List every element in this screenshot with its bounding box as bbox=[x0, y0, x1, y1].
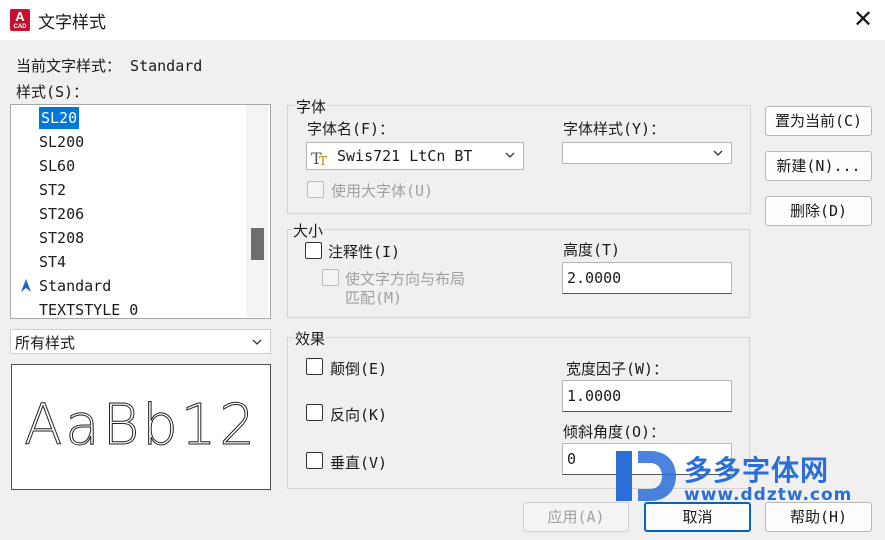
annotative-checkbox[interactable] bbox=[305, 242, 322, 259]
list-item-standard[interactable]: Standard bbox=[21, 275, 112, 297]
list-item[interactable]: ST4 bbox=[39, 251, 66, 273]
backwards-label: 反向(K) bbox=[330, 406, 388, 424]
oblique-angle-label: 倾斜角度(O)： bbox=[563, 423, 666, 441]
current-style-caption: 当前文字样式： bbox=[16, 57, 122, 75]
annotative-label: 注释性(I) bbox=[328, 243, 401, 261]
list-item-label: Standard bbox=[39, 277, 112, 295]
height-input[interactable]: 2.0000 bbox=[562, 262, 732, 294]
style-filter-dropdown[interactable]: 所有样式 bbox=[10, 329, 271, 354]
list-item[interactable]: ST208 bbox=[39, 227, 84, 249]
scrollbar-thumb[interactable] bbox=[251, 228, 264, 260]
delete-style-button[interactable]: 删除(D) bbox=[765, 196, 872, 226]
chevron-down-icon bbox=[252, 339, 262, 345]
apply-button[interactable]: 应用(A) bbox=[523, 502, 629, 532]
svg-text:T: T bbox=[319, 154, 327, 166]
help-button[interactable]: 帮助(H) bbox=[765, 502, 872, 532]
current-style-label: 当前文字样式： Standard bbox=[16, 55, 202, 76]
style-filter-value: 所有样式 bbox=[15, 334, 76, 352]
backwards-checkbox[interactable] bbox=[306, 404, 323, 421]
truetype-font-icon: T T bbox=[311, 149, 327, 166]
font-name-value: Swis721 LtCn BT bbox=[337, 147, 473, 165]
preview-text: AaBb12 bbox=[23, 393, 259, 459]
vertical-checkbox[interactable] bbox=[306, 452, 323, 469]
size-group-title: 大小 bbox=[292, 220, 325, 241]
autocad-app-icon: A CAD bbox=[10, 9, 30, 31]
width-factor-label: 宽度因子(W)： bbox=[566, 360, 669, 378]
upside-down-checkbox[interactable] bbox=[306, 358, 323, 375]
font-name-dropdown[interactable]: T T Swis721 LtCn BT bbox=[306, 142, 524, 170]
styles-label: 样式(S)： bbox=[16, 83, 89, 101]
match-orientation-checkbox[interactable] bbox=[322, 269, 339, 286]
font-style-label: 字体样式(Y)： bbox=[563, 120, 666, 138]
watermark-logo-icon bbox=[616, 451, 676, 501]
watermark-title: 多多字体网 bbox=[684, 454, 830, 487]
list-item[interactable]: SL60 bbox=[39, 155, 75, 177]
list-item[interactable]: TEXTSTYLE_0 bbox=[39, 299, 138, 318]
use-bigfont-checkbox[interactable] bbox=[307, 181, 324, 198]
width-factor-input[interactable]: 1.0000 bbox=[562, 380, 732, 412]
match-orientation-label: 使文字方向与布局 bbox=[345, 270, 466, 288]
app-icon-letter: A bbox=[15, 9, 25, 24]
title-bar bbox=[0, 0, 885, 40]
height-label: 高度(T) bbox=[563, 241, 621, 259]
cancel-button[interactable]: 取消 bbox=[644, 502, 751, 532]
list-item[interactable]: SL20 bbox=[39, 107, 80, 129]
styles-list[interactable]: SL20 SL200 SL60 ST2 ST206 ST208 ST4 Stan… bbox=[10, 104, 271, 319]
upside-down-label: 颠倒(E) bbox=[330, 360, 388, 378]
use-bigfont-label: 使用大字体(U) bbox=[331, 182, 434, 200]
styles-scrollbar[interactable] bbox=[246, 105, 268, 317]
chevron-down-icon bbox=[505, 152, 515, 158]
font-style-dropdown[interactable] bbox=[562, 142, 732, 164]
watermark: 多多字体网 www.ddztw.com bbox=[610, 445, 880, 510]
chevron-down-icon bbox=[713, 150, 723, 156]
close-icon[interactable]: ✕ bbox=[850, 6, 876, 32]
vertical-label: 垂直(V) bbox=[330, 454, 388, 472]
style-preview: AaBb12 bbox=[11, 364, 271, 490]
window-title: 文字样式 bbox=[38, 13, 106, 33]
match-orientation-label-line2: 匹配(M) bbox=[345, 289, 403, 307]
app-icon-sub: CAD bbox=[13, 24, 27, 30]
new-style-button[interactable]: 新建(N)... bbox=[765, 151, 872, 181]
height-value: 2.0000 bbox=[567, 269, 622, 287]
list-item[interactable]: SL200 bbox=[39, 131, 84, 153]
list-item[interactable]: ST2 bbox=[39, 179, 66, 201]
oblique-angle-value: 0 bbox=[567, 450, 577, 468]
current-style-value: Standard bbox=[130, 57, 203, 75]
width-factor-value: 1.0000 bbox=[567, 387, 622, 405]
effects-group-title: 效果 bbox=[294, 328, 327, 349]
set-current-button[interactable]: 置为当前(C) bbox=[765, 106, 872, 136]
list-item[interactable]: ST206 bbox=[39, 203, 84, 225]
font-name-label: 字体名(F)： bbox=[307, 120, 395, 138]
font-group-title: 字体 bbox=[295, 96, 328, 117]
annotative-icon bbox=[21, 279, 31, 292]
